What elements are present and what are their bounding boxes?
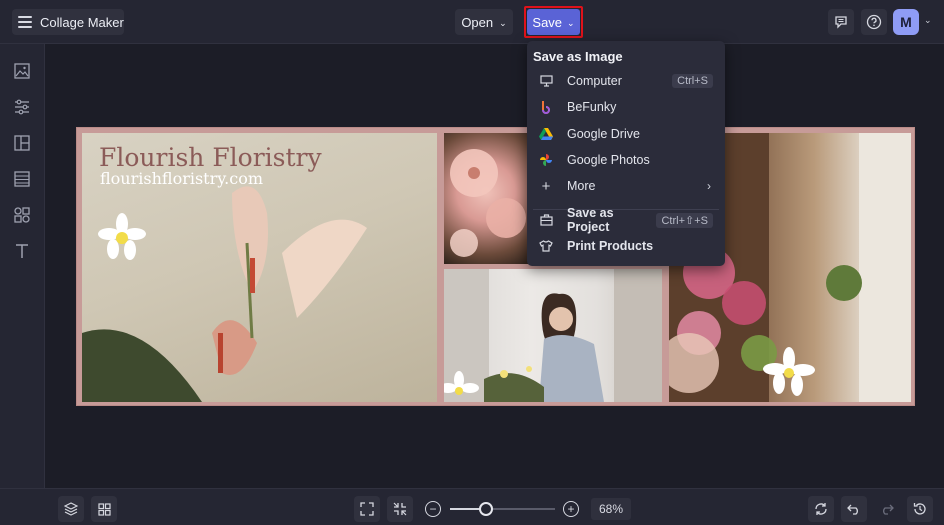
save-button[interactable]: Save ⌄ xyxy=(527,9,580,35)
pink-flower-illustration xyxy=(450,149,526,257)
bottom-toolbar: − + 68% xyxy=(0,488,944,525)
shortcut-badge: Ctrl+S xyxy=(672,74,713,88)
befunky-icon xyxy=(539,100,553,114)
open-button[interactable]: Open ⌄ xyxy=(455,9,513,35)
save-label: Save xyxy=(532,14,563,30)
top-bar: Collage Maker Open ⌄ Save ⌄ M ⌄ xyxy=(0,0,944,44)
zoom-out-button[interactable]: − xyxy=(425,501,441,517)
app-title: Collage Maker xyxy=(40,14,124,30)
layers-button[interactable] xyxy=(58,496,84,522)
menu-item-label: Save as Project xyxy=(567,206,614,234)
history-icon xyxy=(913,503,926,515)
zoom-slider-thumb[interactable] xyxy=(478,502,493,516)
menu-item-label: BeFunky xyxy=(567,100,617,114)
text-icon[interactable] xyxy=(13,242,31,260)
collage-cell-lily-photo[interactable]: Flourish Floristry flourishfloristry.com xyxy=(82,133,437,402)
collage-cell-pink-flowers[interactable] xyxy=(444,133,528,264)
save-dropdown-menu: Save as Image Computer Ctrl+S BeFunky Go… xyxy=(527,41,725,266)
plus-icon: + xyxy=(541,177,551,195)
plus-icon: + xyxy=(567,502,575,516)
help-icon xyxy=(866,14,882,30)
minus-icon: − xyxy=(429,502,437,516)
menu-item-computer[interactable]: Computer Ctrl+S xyxy=(533,70,719,92)
refresh-icon xyxy=(815,503,827,515)
chevron-down-icon[interactable]: ⌄ xyxy=(924,15,932,26)
collage-cell-florist-photo[interactable] xyxy=(444,269,662,402)
menu-item-befunky[interactable]: BeFunky xyxy=(533,96,719,118)
menu-item-print-products[interactable]: Print Products xyxy=(533,235,719,257)
left-sidebar xyxy=(0,44,45,488)
save-as-image-heading: Save as Image xyxy=(533,49,623,64)
fit-to-screen-button[interactable] xyxy=(354,496,380,522)
grid-view-button[interactable] xyxy=(91,496,117,522)
shrink-icon xyxy=(393,502,407,516)
actual-size-button[interactable] xyxy=(387,496,413,522)
collage[interactable]: Flourish Floristry flourishfloristry.com xyxy=(76,127,915,406)
undo-button[interactable] xyxy=(841,496,867,522)
open-label: Open xyxy=(461,14,494,30)
menu-item-label: Google Drive xyxy=(567,127,640,141)
history-button[interactable] xyxy=(907,496,933,522)
redo-icon xyxy=(883,504,894,515)
refresh-button[interactable] xyxy=(808,496,834,522)
menu-item-more[interactable]: + More › xyxy=(533,175,719,197)
layers-icon xyxy=(64,502,78,516)
chevron-down-icon: ⌄ xyxy=(499,17,507,28)
zoom-in-button[interactable]: + xyxy=(563,501,579,517)
zoom-value[interactable]: 68% xyxy=(591,498,631,520)
elements-icon[interactable] xyxy=(13,206,31,224)
comment-icon xyxy=(835,16,847,29)
hamburger-icon xyxy=(18,16,32,28)
avatar[interactable]: M xyxy=(893,9,919,35)
shortcut-badge: Ctrl+⇧+S xyxy=(656,212,713,228)
chevron-right-icon: › xyxy=(707,179,711,193)
zoom-slider[interactable] xyxy=(450,508,555,510)
google-photos-icon xyxy=(539,153,553,167)
collage-url: flourishfloristry.com xyxy=(100,169,264,188)
menu-item-google-photos[interactable]: Google Photos xyxy=(533,149,719,171)
undo-icon xyxy=(847,504,858,515)
image-icon[interactable] xyxy=(13,62,31,80)
menu-item-label: Computer xyxy=(567,74,622,88)
grid-icon xyxy=(97,502,111,516)
redo-button[interactable] xyxy=(874,496,900,522)
app-menu-button[interactable]: Collage Maker xyxy=(12,9,124,35)
monitor-icon xyxy=(539,74,553,88)
menu-item-save-as-project[interactable]: Save as Project Ctrl+⇧+S xyxy=(533,206,719,234)
adjust-sliders-icon[interactable] xyxy=(13,98,31,116)
florist-illustration xyxy=(444,269,662,402)
menu-item-label: Google Photos xyxy=(567,153,650,167)
comments-button[interactable] xyxy=(828,9,854,35)
menu-item-label: Print Products xyxy=(567,239,654,253)
google-drive-icon xyxy=(539,127,553,141)
texture-icon[interactable] xyxy=(13,170,31,188)
help-button[interactable] xyxy=(861,9,887,35)
collage-title: Flourish Floristry xyxy=(99,143,322,172)
tshirt-icon xyxy=(539,239,553,253)
layout-icon[interactable] xyxy=(13,134,31,152)
briefcase-icon xyxy=(539,213,553,227)
menu-item-label: More xyxy=(567,179,596,193)
expand-icon xyxy=(360,502,374,516)
chevron-down-icon: ⌄ xyxy=(567,17,575,28)
menu-item-google-drive[interactable]: Google Drive xyxy=(533,123,719,145)
